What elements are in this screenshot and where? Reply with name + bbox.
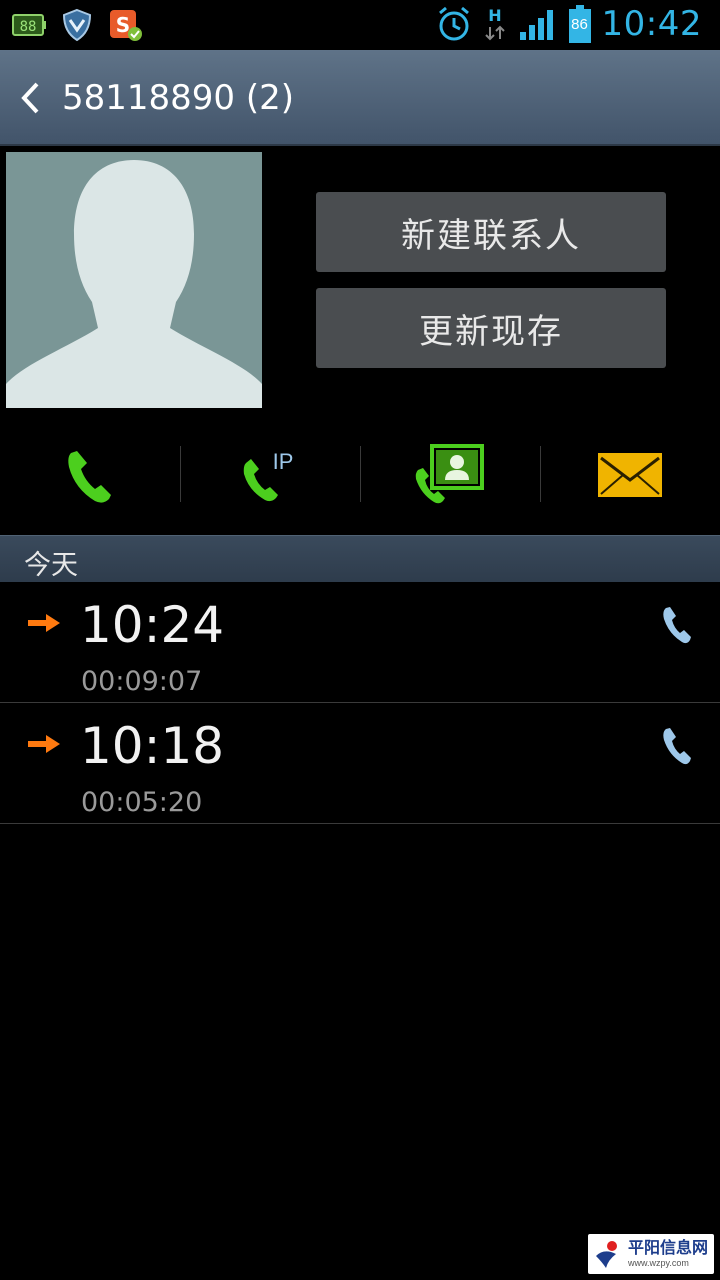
call-back-icon[interactable]: [662, 725, 692, 765]
battery-level: 86: [571, 16, 588, 33]
watermark-text: 平阳信息网 www.wzpy.com: [628, 1239, 708, 1269]
data-transfer-icon: H: [484, 6, 505, 41]
video-call-icon: [415, 444, 484, 504]
call-time: 10:18: [80, 717, 225, 775]
default-person-icon: [6, 160, 262, 408]
watermark-name: 平阳信息网: [628, 1238, 709, 1257]
back-arrow-icon: [21, 82, 39, 114]
sogou-input-icon: S: [110, 10, 142, 41]
call-time: 10:24: [80, 596, 225, 654]
outgoing-call-icon: [28, 735, 60, 753]
watermark-url: www.wzpy.com: [628, 1258, 689, 1268]
new-contact-button[interactable]: 新建联系人: [316, 192, 666, 272]
status-right-icons: H 86 10:42: [436, 4, 702, 44]
battery-saver-icon: 88: [12, 14, 46, 36]
status-left-icons: 88 S: [12, 8, 142, 42]
battery-icon: 86: [568, 4, 592, 44]
contact-actions: IP: [0, 440, 720, 510]
svg-text:88: 88: [20, 19, 37, 35]
status-bar: 88 S H 86 10:42: [0, 0, 720, 50]
signal-icon: [519, 10, 553, 40]
call-duration: 00:05:20: [81, 787, 203, 818]
action-bar: 58118890 (2): [0, 50, 720, 146]
shield-icon: [62, 8, 92, 42]
message-button[interactable]: [540, 440, 720, 510]
call-duration: 00:09:07: [81, 666, 203, 697]
page-title: 58118890 (2): [62, 78, 295, 118]
svg-text:IP: IP: [273, 449, 294, 474]
svg-text:H: H: [488, 6, 501, 25]
update-existing-button[interactable]: 更新现存: [316, 288, 666, 368]
watermark: 平阳信息网 www.wzpy.com: [588, 1234, 714, 1274]
call-log-item[interactable]: 10:24 00:09:07: [0, 582, 720, 703]
call-back-icon[interactable]: [662, 604, 692, 644]
call-button[interactable]: [0, 440, 180, 510]
status-time: 10:42: [601, 4, 702, 44]
contact-avatar[interactable]: [6, 152, 262, 408]
section-label: 今天: [24, 550, 78, 581]
outgoing-call-icon: [28, 614, 60, 632]
watermark-logo-icon: [596, 1241, 617, 1268]
ip-call-icon: IP: [243, 449, 294, 502]
ip-call-button[interactable]: IP: [180, 440, 360, 510]
message-icon: [598, 453, 662, 497]
call-icon: [68, 451, 111, 503]
call-log-item[interactable]: 10:18 00:05:20: [0, 703, 720, 824]
alarm-icon: [438, 6, 469, 41]
video-call-button[interactable]: [360, 440, 540, 510]
section-header-today: 今天: [0, 535, 720, 582]
back-button[interactable]: [10, 72, 50, 124]
